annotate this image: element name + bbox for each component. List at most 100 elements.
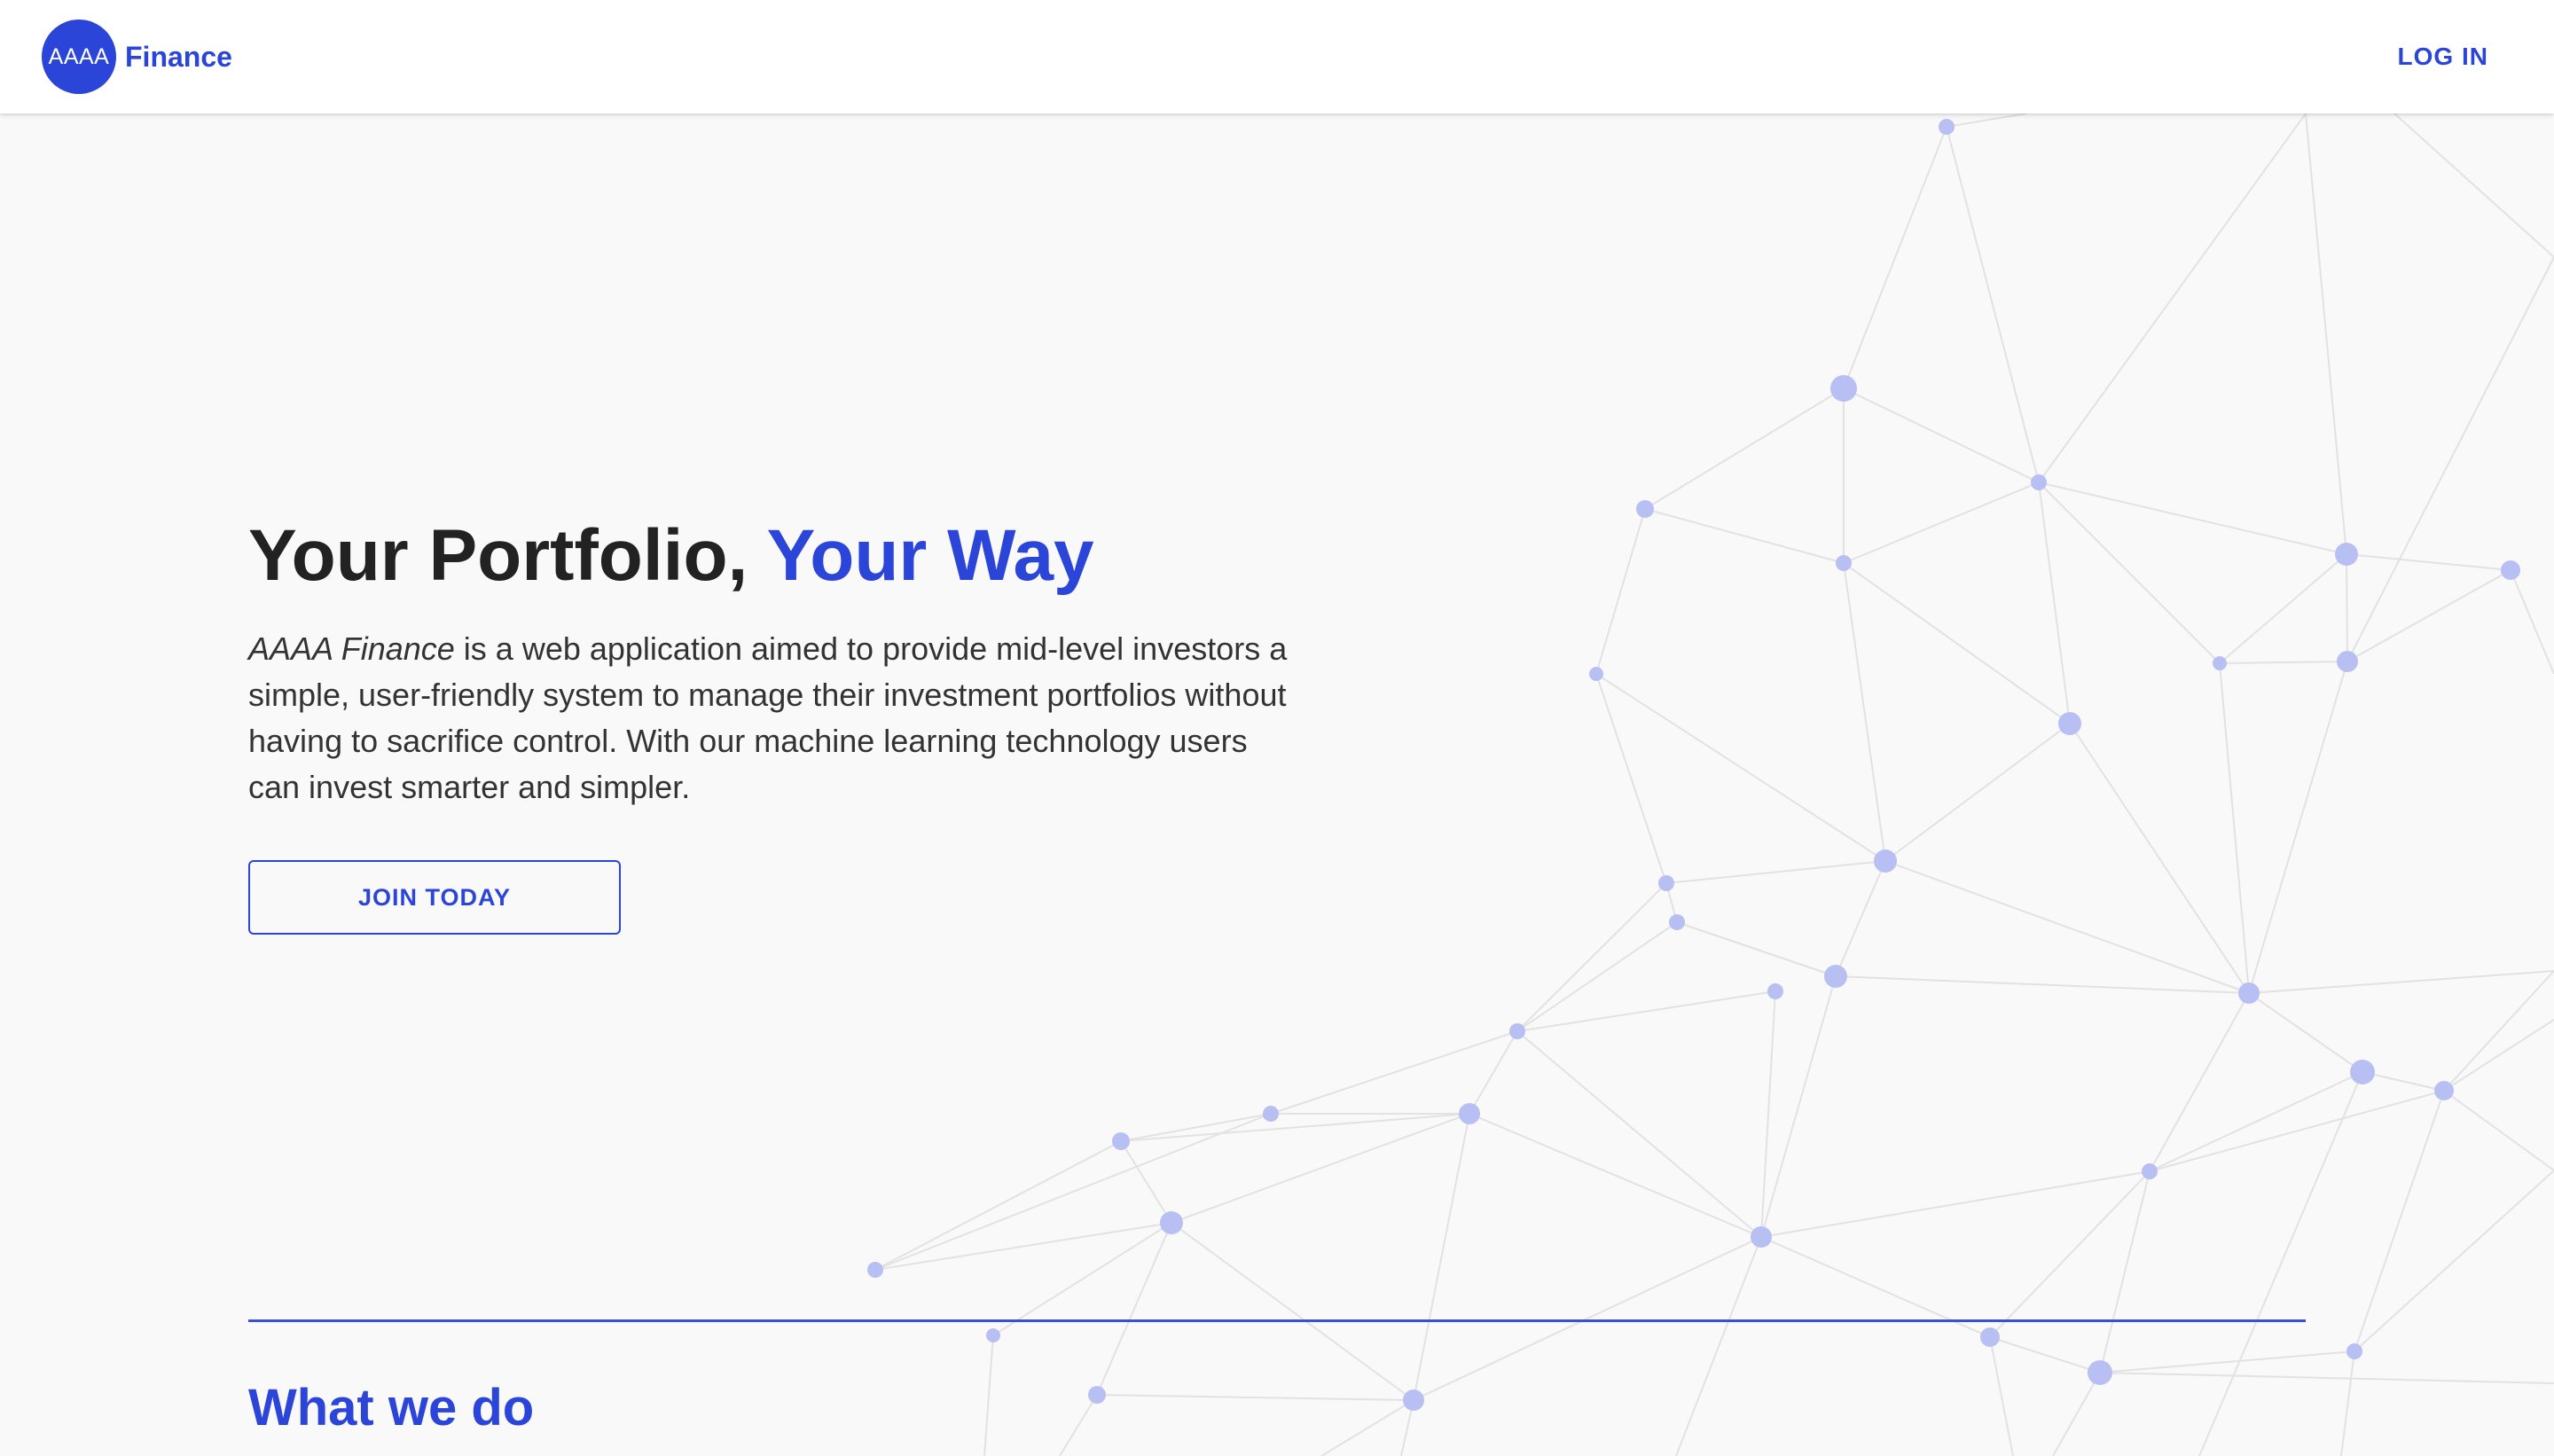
join-today-button[interactable]: JOIN TODAY [248,860,621,935]
network-edge [1469,1113,1762,1238]
brand-home-link[interactable]: AAAA Finance [42,20,232,94]
brand-logo: AAAA [42,20,116,94]
network-edge [1595,673,1886,862]
network-node [1939,119,1955,135]
network-node [1636,500,1654,518]
login-button[interactable]: LOG IN [2387,34,2499,80]
network-edge [1843,562,1886,862]
network-node [1589,667,1603,681]
network-edge [2248,992,2363,1073]
hero-section: Your Portfolio, Your Way AAAA Finance is… [248,505,1312,935]
network-edge [1760,1170,2151,1238]
network-edge [2248,661,2348,994]
network-edge [2248,970,2554,994]
network-edge [983,1335,994,1456]
network-edge [2038,481,2071,724]
section-divider [248,1319,2306,1322]
hero-description-brand: AAAA Finance [248,630,455,667]
network-node [2434,1081,2454,1100]
network-edge [1171,1113,1470,1224]
network-edge [1989,1170,2151,1338]
network-edge [1675,1236,1762,1456]
hero-title-main: Your Portfolio, [248,515,767,596]
network-edge [1989,1336,2101,1374]
network-edge [2038,113,2307,483]
network-node [1669,914,1685,930]
network-edge [1760,990,1776,1238]
network-node [1088,1386,1106,1404]
network-node [1160,1211,1183,1234]
network-edge [1989,1336,2014,1456]
app-bar: AAAA Finance LOG IN [0,0,2554,114]
landing-page: AAAA Finance LOG IN Your Portfolio, Your… [0,0,2554,1456]
network-edge [2354,1090,2445,1352]
network-node [2501,560,2520,580]
network-edge [2340,1350,2355,1456]
network-edge [2099,1350,2355,1374]
network-edge [1096,1394,1414,1401]
network-edge [2305,113,2347,555]
network-edge [1516,990,1776,1032]
network-edge [1516,1030,1762,1238]
network-edge [1096,1222,1172,1396]
network-node [867,1262,883,1278]
network-edge [2069,723,2250,994]
network-node [2058,712,2081,735]
brand-name: Finance [125,40,232,73]
network-edge [992,1222,1172,1336]
network-edge [1595,673,1667,884]
network-edge [1469,1030,1518,1115]
network-edge [1516,882,1667,1032]
network-node [1658,875,1674,891]
network-node [2031,474,2047,490]
network-node [986,1328,1000,1342]
network-edge [2362,1071,2445,1092]
network-edge [1676,921,1837,977]
network-edge [1946,113,2027,128]
network-node [1767,983,1783,999]
network-edge [2346,553,2348,662]
network-edge [2219,553,2347,664]
network-edge [874,1113,1272,1271]
network-edge [1843,481,2040,564]
network-edge [1413,1236,1762,1401]
network-edge [1120,1140,1172,1224]
what-we-do-heading: What we do [248,1379,535,1436]
network-edge [1644,387,1845,510]
network-edge [1320,1399,1414,1456]
network-edge [2443,1090,2554,1171]
hero-description: AAAA Finance is a web application aimed … [248,626,1295,810]
network-edge [1413,1113,1470,1401]
network-node [1836,555,1852,571]
network-edge [1665,860,1886,884]
network-node [1509,1023,1525,1039]
network-node [1112,1132,1130,1150]
network-edge [2219,661,2348,664]
network-edge [1843,126,1947,389]
network-node [2346,1343,2362,1359]
network-edge [2354,1170,2554,1352]
network-edge [2346,569,2511,662]
network-edge [2219,662,2250,994]
network-node [1980,1327,2000,1347]
network-edge [2099,1372,2554,1384]
network-edge [1120,1113,1470,1142]
network-edge [1059,1394,1098,1456]
network-edge [1843,387,2040,483]
network-node [1824,965,1847,988]
network-edge [1760,975,1837,1238]
network-edge [2052,1372,2101,1456]
network-node [1403,1389,1424,1411]
network-edge [2198,1071,2363,1456]
network-edge [1835,975,2250,994]
network-edge [1171,1222,1414,1401]
network-edge [1884,723,2071,862]
network-node [1459,1103,1480,1124]
network-edge [1835,860,1886,977]
network-edge [1760,1236,1991,1338]
network-node [2088,1360,2112,1385]
network-edge [2393,113,2554,258]
hero-title: Your Portfolio, Your Way [248,505,1312,607]
network-edge [1946,126,2040,483]
network-edge [2099,1170,2151,1374]
